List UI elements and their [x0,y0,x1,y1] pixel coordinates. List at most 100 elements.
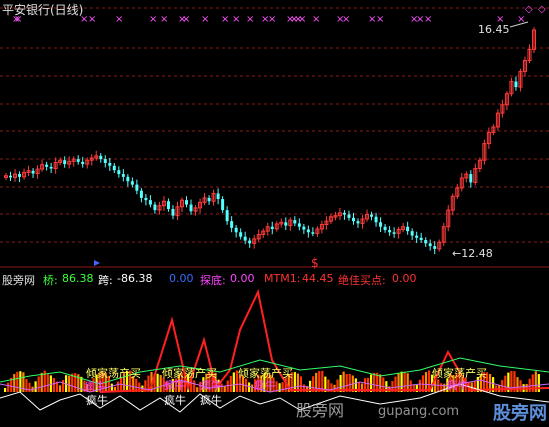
juejia-value: 0.00 [392,272,417,285]
diamond-marker: ◇ [525,4,533,15]
cross-marker: × [115,14,123,25]
indicator-bar [196,387,199,392]
candle-body [306,229,310,233]
cross-marker: × [376,14,384,25]
candle-body [144,197,148,201]
signal-text: 疯牛 [200,394,222,407]
kua-label: 跨: [98,274,113,287]
qiao-label: 桥: [43,274,58,287]
candle-body [31,170,35,174]
indicator-source: 股旁网 [2,274,35,287]
candle-body [356,221,360,224]
candle-body [9,175,13,178]
indicator-bar [537,374,540,392]
indicator-bar [528,378,531,392]
candle-body [424,240,428,244]
candle-body [428,243,432,247]
indicator-bar [248,382,251,392]
candle-body [374,216,378,223]
cross-marker: × [232,14,240,25]
candle-body [148,200,152,205]
signal-text: 疯牛 [164,394,186,407]
indicator-bar [28,382,31,392]
indicator-bar [52,377,55,392]
indicator-bar [7,382,10,392]
left-marker [94,260,100,266]
candle-body [49,166,53,169]
candle-body [207,197,211,202]
candle-body [311,232,315,234]
candle-body [379,222,383,227]
indicator-bar [13,374,16,392]
indicator-bar [400,371,403,392]
indicator-bar [49,375,52,392]
candle-body [225,210,229,222]
candle-body [383,226,387,231]
watermark-url: gupang.com [378,404,460,419]
indicator-bar [232,372,235,392]
candle-body [216,193,220,200]
candle-body [406,226,410,232]
candle-body [103,159,107,163]
candle-body [139,190,143,198]
candle-body [270,226,274,229]
candle-body [433,246,437,249]
candle-body [419,237,423,241]
cross-marker: × [201,14,209,25]
stock-chart-svg[interactable]: ×× × × × × × ×× × × × × ×× ×××× × ×× × × ×× × × ×◇ ◇ [0,0,549,427]
candle-body [284,222,288,226]
candle-body [130,181,134,185]
mtm-value: 44.45 [302,272,334,285]
indicator-bar [519,380,522,392]
candle-body [108,162,112,166]
candle-body [388,230,392,233]
cross-marker: × [246,14,254,25]
indicator-bar [34,381,37,392]
candle-body [243,236,247,241]
indicator-bar [37,376,40,392]
indicator-bar [251,384,254,392]
candle-body [185,200,189,205]
indicator-bar [19,371,22,392]
qiao-value: 86.38 [62,272,94,285]
candle-body [234,227,238,233]
candle-body [410,231,414,236]
dollar-marker: $ [311,256,319,270]
indicator-bar [156,373,159,392]
signal-text: 疯牛 [164,379,186,392]
chart-window: × × × × × × × × × × × × × × × × × × × × × × × × × × × × × ◇ ◇ 平安银行(日线)… [0,0,549,427]
candle-body [514,81,518,88]
signal-text: 疯牛 [254,379,276,392]
candle-body [230,221,234,228]
candle-body [189,204,193,212]
candle-body [370,214,374,217]
blue-value: 0.00 [169,272,194,285]
candle-body [347,214,351,218]
kua-value: -86.38 [117,272,153,285]
candle-body [18,174,22,177]
chart-title: 平安银行(日线) [2,3,84,17]
indicator-bar [46,374,49,392]
candle-body [293,220,297,224]
indicator-bar [223,385,226,392]
indicator-bar [342,371,345,392]
candle-body [171,208,175,216]
candle-body [45,164,49,167]
candle-body [135,184,139,191]
price-low-label: ←12.48 [452,247,493,260]
indicator-bar [226,380,229,392]
cross-marker: × [221,14,229,25]
candle-body [126,176,130,182]
cross-marker: × [268,14,276,25]
candle-body [117,170,121,175]
candle-body [76,159,80,162]
indicator-bar [40,372,43,392]
candle-body [63,160,67,165]
cross-marker: × [342,14,350,25]
indicator-bar [61,379,65,392]
diamond-marker: ◇ [538,4,546,15]
candle-body [99,155,103,160]
tandi-label: 探底: [200,274,226,287]
mtm-label: MTM1: [264,272,301,285]
indicator-legend: 股旁网 桥: 86.38 跨: -86.38 0.00 探底: 0.00 MTM… [0,270,549,287]
